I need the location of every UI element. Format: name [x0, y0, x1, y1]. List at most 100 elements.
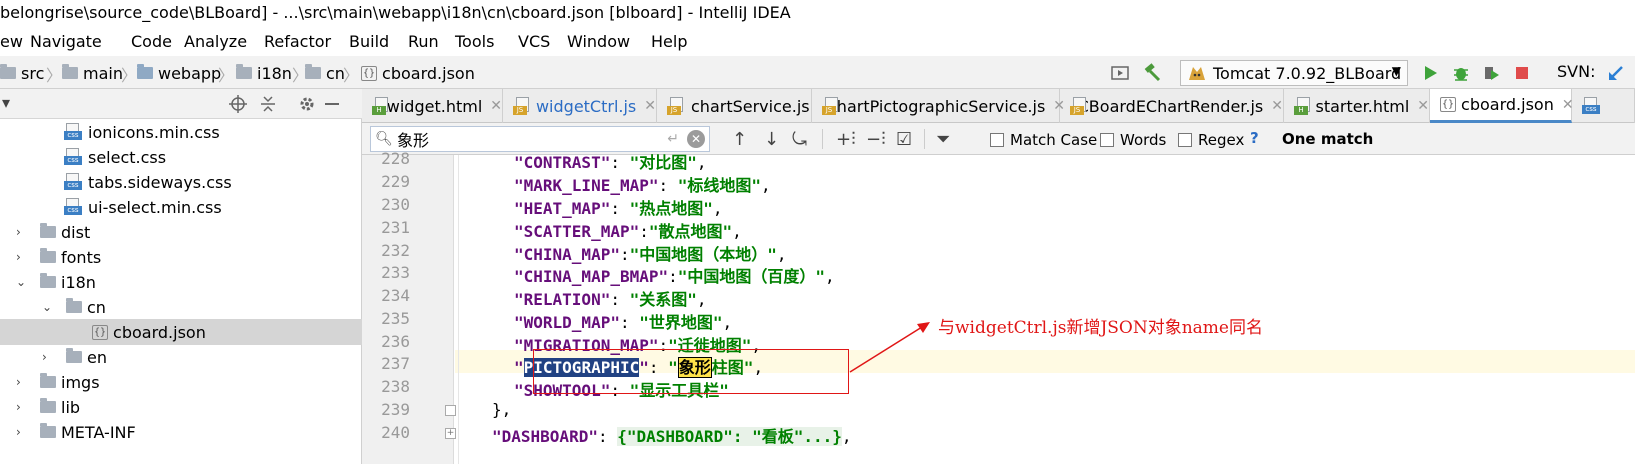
menu-run[interactable]: Run [408, 32, 439, 51]
chevron-right-icon[interactable]: › [16, 250, 21, 264]
add-selection-icon[interactable]: +⫶ [836, 129, 856, 150]
previous-occurrence-icon[interactable]: ↑ [732, 129, 747, 150]
match-case-checkbox[interactable]: Match Case [990, 131, 1097, 149]
next-occurrence-icon[interactable]: ↓ [764, 129, 779, 150]
tree-item[interactable]: css ionicons.min.css [0, 119, 362, 145]
folder-icon [66, 348, 82, 363]
line-number: 235 [381, 309, 410, 328]
tree-item[interactable]: › dist [0, 219, 362, 245]
tree-item[interactable]: › fonts [0, 244, 362, 270]
svn-update-icon[interactable] [1606, 63, 1626, 83]
tab-cboard-json[interactable]: {} cboard.json ✕ [1430, 89, 1574, 123]
html-file-icon: H [1294, 97, 1310, 115]
tree-item-selected[interactable]: {} cboard.json [0, 319, 362, 345]
breadcrumb-src[interactable]: src [0, 62, 44, 84]
stop-icon[interactable] [1512, 63, 1532, 83]
chevron-down-icon[interactable]: ⌄ [16, 275, 26, 289]
chevron-right-icon[interactable]: › [16, 400, 21, 414]
breadcrumb-webapp[interactable]: webapp [137, 62, 221, 84]
menu-code[interactable]: Code [131, 32, 172, 51]
menu-window[interactable]: Window [567, 32, 630, 51]
menu-bar: ew Navigate Code Analyze Refactor Build … [0, 28, 1635, 56]
run-icon[interactable] [1420, 63, 1440, 83]
menu-view[interactable]: ew [0, 32, 23, 51]
locate-file-icon[interactable] [228, 94, 248, 114]
breadcrumb-cboard-json[interactable]: {} cboard.json [361, 62, 475, 84]
code-editor[interactable]: 228 229 230 231 232 233 234 235 236 237 … [362, 149, 1635, 464]
tree-item[interactable]: › en [0, 344, 362, 370]
panel-dropdown-icon[interactable]: ▾ [2, 93, 10, 112]
tab-cboardechartrender-js[interactable]: JS CBoardEChartRender.js ✕ [1060, 89, 1284, 123]
select-all-occurrences-icon[interactable]: ☑ [896, 129, 912, 150]
tab-widget-html[interactable]: H widget.html ✕ [362, 89, 503, 123]
fold-icon[interactable] [445, 405, 456, 416]
code-line: "DASHBOARD": {"DASHBOARD": "看板"...}, [492, 427, 852, 446]
breadcrumb-label: webapp [158, 63, 222, 83]
tree-item-label: tabs.sideways.css [88, 172, 232, 192]
close-icon[interactable]: ✕ [1417, 98, 1429, 114]
menu-help[interactable]: Help [651, 32, 687, 51]
tab-chartservice-js[interactable]: JS chartService.js [657, 89, 812, 123]
words-checkbox[interactable]: Words [1100, 131, 1166, 149]
menu-navigate[interactable]: Navigate [30, 32, 102, 51]
navigation-bar: src 〉 main 〉 webapp 〉 i18n 〉 cn 〉 {} cbo… [0, 56, 1635, 89]
line-number: 238 [381, 377, 410, 396]
line-number: 232 [381, 241, 410, 260]
menu-refactor[interactable]: Refactor [264, 32, 331, 51]
checkbox-box [1100, 133, 1114, 147]
menu-vcs[interactable]: VCS [518, 32, 550, 51]
clear-search-icon[interactable]: ✕ [687, 130, 705, 148]
breadcrumb-cn[interactable]: cn [305, 62, 345, 84]
json-file-icon: {} [361, 65, 378, 81]
tree-item[interactable]: › imgs [0, 369, 362, 395]
tree-item[interactable]: › lib [0, 394, 362, 420]
find-all-icon[interactable]: ⤿ [792, 129, 807, 150]
tab-widgetctrl-js[interactable]: JS widgetCtrl.js ✕ [503, 89, 657, 123]
collapse-all-icon[interactable] [258, 94, 278, 114]
menu-tools[interactable]: Tools [455, 32, 494, 51]
filter-icon[interactable]: ⏷ [936, 129, 950, 150]
chevron-right-icon[interactable]: › [16, 425, 21, 439]
breadcrumb-i18n[interactable]: i18n [236, 62, 292, 84]
regex-checkbox[interactable]: Regex [1178, 131, 1244, 149]
checkbox-box [990, 133, 1004, 147]
project-structure-icon[interactable] [1110, 63, 1130, 83]
hide-panel-icon[interactable] [322, 94, 342, 114]
build-hammer-icon[interactable] [1142, 63, 1162, 83]
tab-label: CBoardEChartRender.js [1077, 96, 1264, 116]
regex-help-link[interactable]: ? [1250, 129, 1259, 147]
code-line: "HEAT_MAP": "热点地图", [514, 199, 723, 218]
tree-item[interactable]: css tabs.sideways.css [0, 169, 362, 195]
tree-item[interactable]: ⌄ i18n [0, 269, 362, 295]
tree-item-label: i18n [61, 272, 96, 292]
gear-icon[interactable] [297, 94, 317, 114]
tab-overflow-css[interactable]: css [1572, 89, 1635, 123]
tree-item[interactable]: › META-INF [0, 419, 362, 445]
expand-fold-icon[interactable]: + [445, 428, 456, 439]
tree-item-label: dist [61, 222, 91, 242]
tree-item[interactable]: css select.css [0, 144, 362, 170]
remove-selection-icon[interactable]: −⫶ [866, 129, 886, 150]
chevron-right-icon[interactable]: › [42, 350, 47, 364]
chevron-right-icon[interactable]: › [16, 375, 21, 389]
folder-icon [0, 64, 16, 79]
debug-icon[interactable] [1451, 63, 1471, 83]
close-icon[interactable]: ✕ [1271, 98, 1283, 114]
tab-chartpictographicservice-js[interactable]: JS chartPictographicService.js ✕ [812, 89, 1065, 123]
line-number: 237 [381, 354, 410, 373]
close-icon[interactable]: ✕ [490, 98, 502, 114]
run-configuration-select[interactable]: Tomcat 7.0.92_BLBoard ▼ [1180, 60, 1408, 86]
tree-item[interactable]: css ui-select.min.css [0, 194, 362, 220]
menu-build[interactable]: Build [349, 32, 389, 51]
window-title: belongrise\source_code\BLBoard] - ...\sr… [0, 3, 791, 22]
chevron-down-icon[interactable]: ⌄ [42, 300, 52, 314]
tab-starter-html[interactable]: H starter.html ✕ [1284, 89, 1430, 123]
menu-analyze[interactable]: Analyze [184, 32, 247, 51]
tree-item[interactable]: ⌄ cn [0, 294, 362, 320]
chevron-right-icon[interactable]: › [16, 225, 21, 239]
breadcrumb-main[interactable]: main [62, 62, 123, 84]
breadcrumb-label: cboard.json [382, 63, 475, 83]
toolbar-divider [822, 129, 823, 149]
close-icon[interactable]: ✕ [644, 98, 656, 114]
run-with-coverage-icon[interactable] [1481, 63, 1501, 83]
